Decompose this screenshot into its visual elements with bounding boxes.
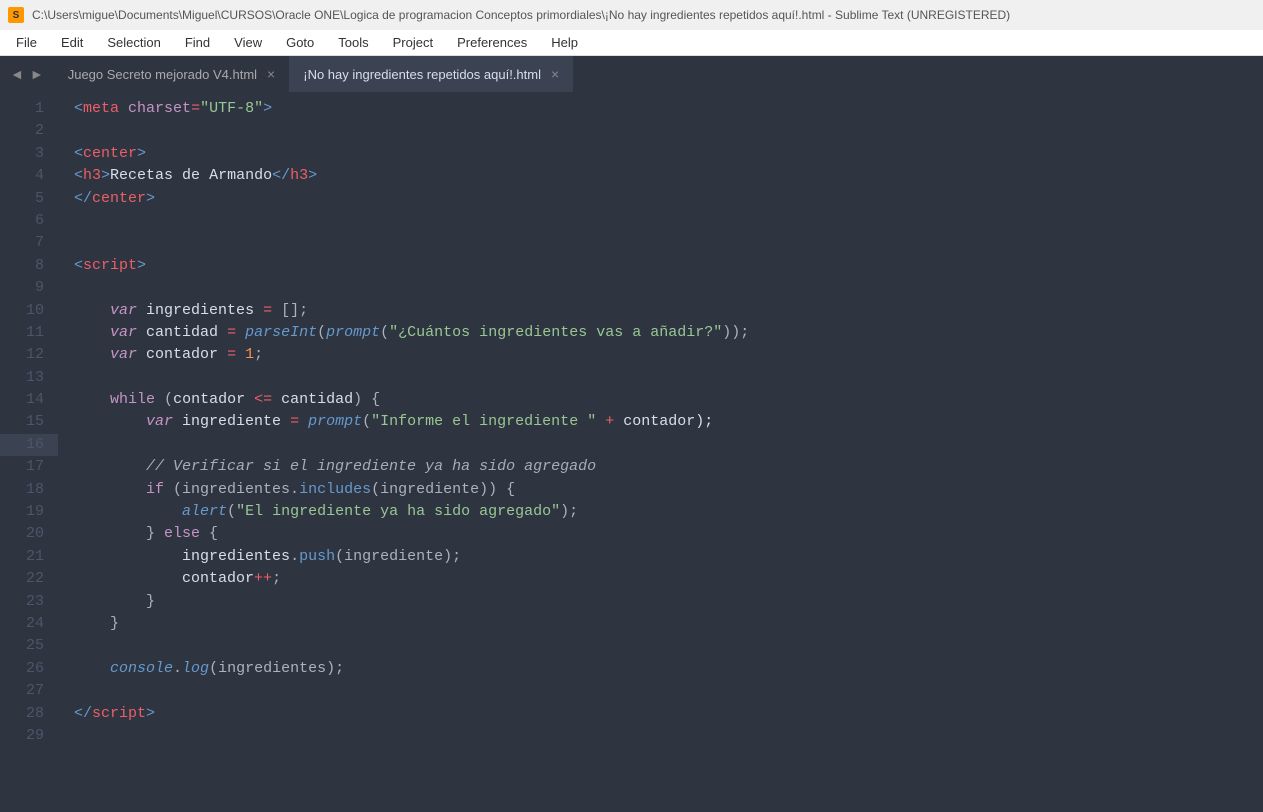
nav-right-icon[interactable]: ► (30, 66, 44, 82)
code-line[interactable]: // Verificar si el ingrediente ya ha sid… (74, 456, 1245, 478)
code-line[interactable]: console.log(ingredientes); (74, 658, 1245, 680)
code-line[interactable] (74, 434, 1245, 456)
code-line[interactable]: </script> (74, 703, 1245, 725)
menu-selection[interactable]: Selection (95, 31, 172, 54)
code-line[interactable]: var ingrediente = prompt("Informe el ing… (74, 411, 1245, 433)
menu-file[interactable]: File (4, 31, 49, 54)
menu-view[interactable]: View (222, 31, 274, 54)
close-icon[interactable]: × (551, 66, 559, 82)
minimap[interactable] (1245, 92, 1263, 812)
code-line[interactable] (74, 635, 1245, 657)
code-line[interactable]: if (ingredientes.includes(ingrediente)) … (74, 479, 1245, 501)
app-icon: S (8, 7, 24, 23)
code-line[interactable]: ingredientes.push(ingrediente); (74, 546, 1245, 568)
code-line[interactable] (74, 725, 1245, 747)
code-line[interactable]: } (74, 613, 1245, 635)
menu-project[interactable]: Project (381, 31, 445, 54)
code-line[interactable] (74, 120, 1245, 142)
code-line[interactable]: <meta charset="UTF-8"> (74, 98, 1245, 120)
menu-tools[interactable]: Tools (326, 31, 380, 54)
tab-nav-arrows[interactable]: ◄ ► (0, 56, 54, 92)
code-line[interactable]: <script> (74, 255, 1245, 277)
code-line[interactable]: } (74, 591, 1245, 613)
code-line[interactable]: var cantidad = parseInt(prompt("¿Cuántos… (74, 322, 1245, 344)
gutter: 1234567891011121314151617181920212223242… (0, 92, 58, 812)
menu-find[interactable]: Find (173, 31, 222, 54)
code-line[interactable] (74, 680, 1245, 702)
tab-label: Juego Secreto mejorado V4.html (68, 67, 257, 82)
title-bar: S C:\Users\migue\Documents\Miguel\CURSOS… (0, 0, 1263, 30)
window-title: C:\Users\migue\Documents\Miguel\CURSOS\O… (32, 8, 1010, 22)
tab-juego-secreto[interactable]: Juego Secreto mejorado V4.html × (54, 56, 290, 92)
code-line[interactable] (74, 277, 1245, 299)
code-line[interactable]: } else { (74, 523, 1245, 545)
code-line[interactable]: </center> (74, 188, 1245, 210)
code-line[interactable]: contador++; (74, 568, 1245, 590)
code-line[interactable]: while (contador <= cantidad) { (74, 389, 1245, 411)
code-line[interactable] (74, 232, 1245, 254)
menu-goto[interactable]: Goto (274, 31, 326, 54)
tab-label: ¡No hay ingredientes repetidos aquí!.htm… (303, 67, 541, 82)
tab-ingredientes[interactable]: ¡No hay ingredientes repetidos aquí!.htm… (289, 56, 573, 92)
menu-preferences[interactable]: Preferences (445, 31, 539, 54)
code-area[interactable]: <meta charset="UTF-8"> <center><h3>Receta… (58, 92, 1245, 812)
code-line[interactable]: var contador = 1; (74, 344, 1245, 366)
menu-edit[interactable]: Edit (49, 31, 95, 54)
close-icon[interactable]: × (267, 66, 275, 82)
tab-bar: ◄ ► Juego Secreto mejorado V4.html × ¡No… (0, 56, 1263, 92)
code-line[interactable] (74, 210, 1245, 232)
editor[interactable]: 1234567891011121314151617181920212223242… (0, 92, 1263, 812)
code-line[interactable]: var ingredientes = []; (74, 300, 1245, 322)
code-line[interactable]: alert("El ingrediente ya ha sido agregad… (74, 501, 1245, 523)
menu-help[interactable]: Help (539, 31, 590, 54)
code-line[interactable] (74, 367, 1245, 389)
code-line[interactable]: <center> (74, 143, 1245, 165)
nav-left-icon[interactable]: ◄ (10, 66, 24, 82)
code-line[interactable]: <h3>Recetas de Armando</h3> (74, 165, 1245, 187)
menu-bar: File Edit Selection Find View Goto Tools… (0, 30, 1263, 56)
